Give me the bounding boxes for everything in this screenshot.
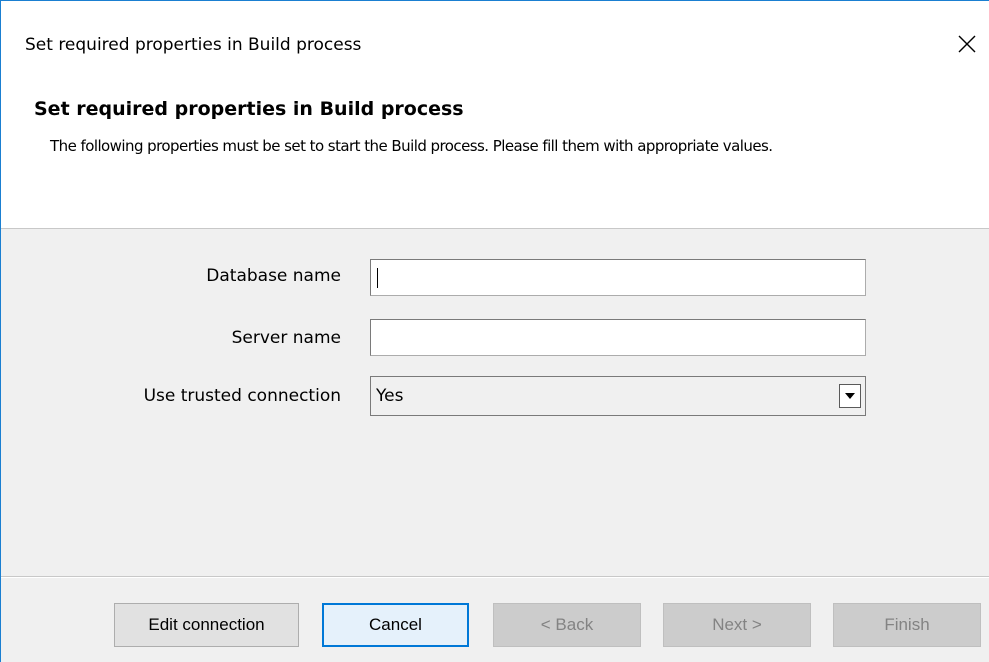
dropdown-arrow-button[interactable]	[839, 384, 861, 408]
dialog-window: Set required properties in Build process…	[0, 0, 989, 662]
back-button[interactable]: < Back	[493, 603, 641, 647]
database-name-label: Database name	[206, 266, 341, 286]
finish-button[interactable]: Finish	[833, 603, 981, 647]
title-bar: Set required properties in Build process	[1, 1, 989, 89]
server-name-input[interactable]	[370, 319, 866, 356]
properties-panel: Database name Server name Use trusted co…	[1, 229, 989, 662]
text-caret	[377, 268, 378, 288]
trusted-connection-value: Yes	[376, 386, 404, 406]
page-description: The following properties must be set to …	[50, 137, 773, 155]
trusted-connection-select[interactable]: Yes	[370, 376, 866, 416]
edit-connection-button[interactable]: Edit connection	[114, 603, 299, 647]
close-icon	[958, 35, 976, 53]
window-title: Set required properties in Build process	[25, 35, 362, 55]
page-title: Set required properties in Build process	[34, 98, 464, 120]
close-button[interactable]	[946, 27, 986, 63]
database-name-input[interactable]	[370, 259, 866, 296]
server-name-label: Server name	[231, 328, 341, 348]
trusted-connection-label: Use trusted connection	[143, 386, 341, 406]
footer-divider-highlight	[1, 577, 989, 578]
next-button[interactable]: Next >	[663, 603, 811, 647]
chevron-down-icon	[845, 393, 855, 399]
cancel-button[interactable]: Cancel	[322, 603, 469, 647]
